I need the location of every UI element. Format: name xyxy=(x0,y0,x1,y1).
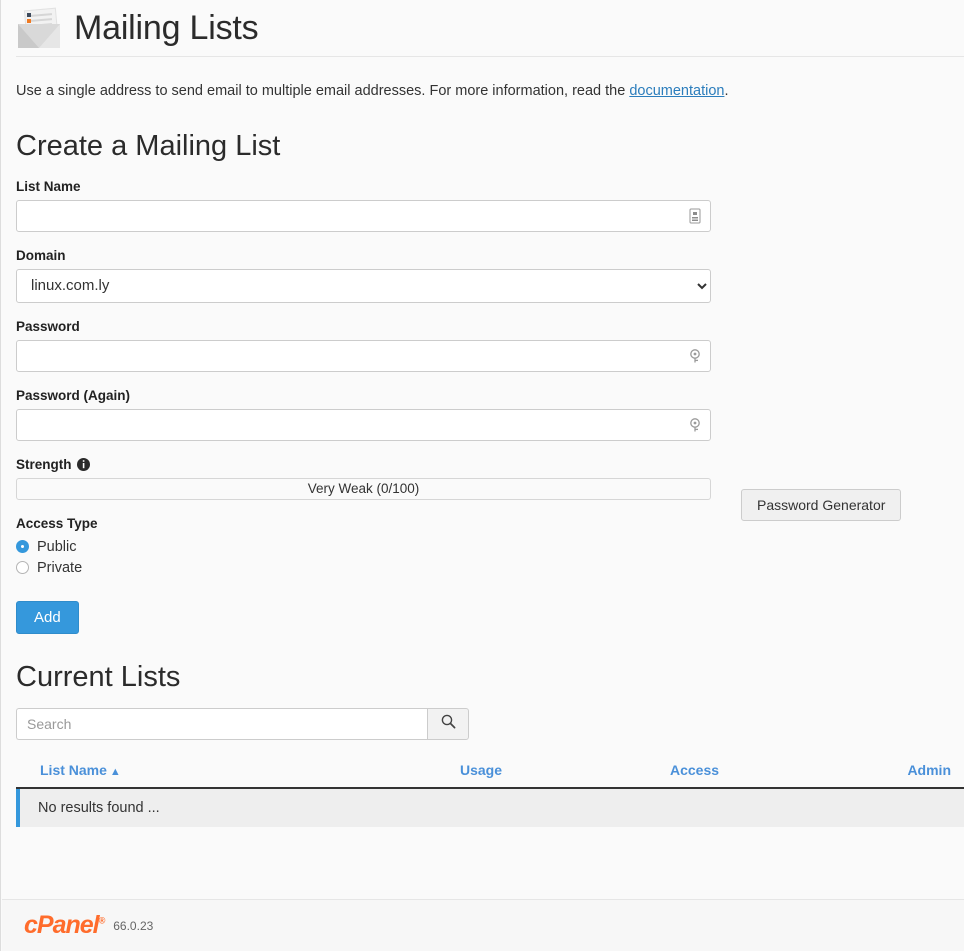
radio-private[interactable] xyxy=(16,561,29,575)
search-icon xyxy=(441,714,456,734)
password-again-input[interactable] xyxy=(16,408,711,441)
mailing-lists-table: List Name ▲ Usage Access Admin No results… xyxy=(16,762,964,827)
page-title: Mailing Lists xyxy=(74,9,259,47)
strength-label-row: Strength xyxy=(16,457,949,472)
add-button[interactable]: Add xyxy=(16,600,79,634)
password-generator-button[interactable]: Password Generator xyxy=(741,489,902,521)
radio-public-label: Public xyxy=(37,538,77,555)
search-button[interactable] xyxy=(427,707,469,740)
password-strength-bar: Very Weak (0/100) xyxy=(16,477,711,500)
radio-public[interactable] xyxy=(16,540,29,554)
create-section-title: Create a Mailing List xyxy=(16,129,281,162)
column-header-list-name[interactable]: List Name ▲ xyxy=(40,762,460,778)
list-name-input[interactable] xyxy=(16,199,711,232)
info-icon[interactable] xyxy=(76,457,90,471)
cpanel-version: 66.0.23 xyxy=(113,918,154,933)
mailing-list-envelope-icon xyxy=(16,7,62,48)
column-header-list-name-label: List Name xyxy=(40,761,107,778)
current-lists-area: List Name▲ Usage Access Admin No results… xyxy=(1,707,964,827)
password-input[interactable] xyxy=(16,339,711,372)
cpanel-logo-mark: ® xyxy=(98,915,106,926)
column-header-admin[interactable]: Admin xyxy=(895,762,951,778)
password-label: Password xyxy=(16,318,80,334)
search-input[interactable] xyxy=(16,707,427,740)
page-header: Mailing Lists xyxy=(1,0,964,56)
column-header-usage[interactable]: Usage xyxy=(460,762,670,778)
page-footer: cPanel® 66.0.23 xyxy=(2,899,964,951)
radio-private-label: Private xyxy=(37,559,83,576)
sort-ascending-icon: ▲ xyxy=(109,765,121,778)
password-field-row xyxy=(16,339,711,372)
list-name-field-row xyxy=(16,199,711,232)
description-text-after: . xyxy=(724,83,729,99)
password-strength-text: Very Weak (0/100) xyxy=(307,481,420,497)
access-type-radio-group: Public Private xyxy=(16,537,949,578)
create-mailing-list-form: List Name Domain linux.com.ly Password P… xyxy=(1,179,964,634)
documentation-link[interactable]: documentation xyxy=(629,83,724,99)
access-type-option-public[interactable]: Public xyxy=(16,537,949,557)
mailing-lists-page: Mailing Lists Use a single address to se… xyxy=(0,0,964,951)
password-again-label: Password (Again) xyxy=(16,387,131,403)
strength-label: Strength xyxy=(16,456,72,472)
list-name-label: List Name xyxy=(16,178,81,194)
table-header-row: List Name ▲ Usage Access Admin xyxy=(16,762,964,789)
access-type-option-private[interactable]: Private xyxy=(16,558,949,578)
column-header-access[interactable]: Access xyxy=(670,762,895,778)
description-text-before: Use a single address to send email to mu… xyxy=(16,83,630,99)
domain-select[interactable]: linux.com.ly xyxy=(16,268,711,303)
cpanel-logo: cPanel® xyxy=(24,911,106,939)
password-again-field-row xyxy=(16,408,711,441)
page-description: Use a single address to send email to mu… xyxy=(1,57,964,103)
current-lists-title: Current Lists xyxy=(16,660,181,693)
cpanel-logo-text: cPanel xyxy=(24,911,100,939)
search-bar xyxy=(16,707,469,740)
empty-state-row: No results found ... xyxy=(16,788,964,827)
domain-label: Domain xyxy=(16,247,66,263)
